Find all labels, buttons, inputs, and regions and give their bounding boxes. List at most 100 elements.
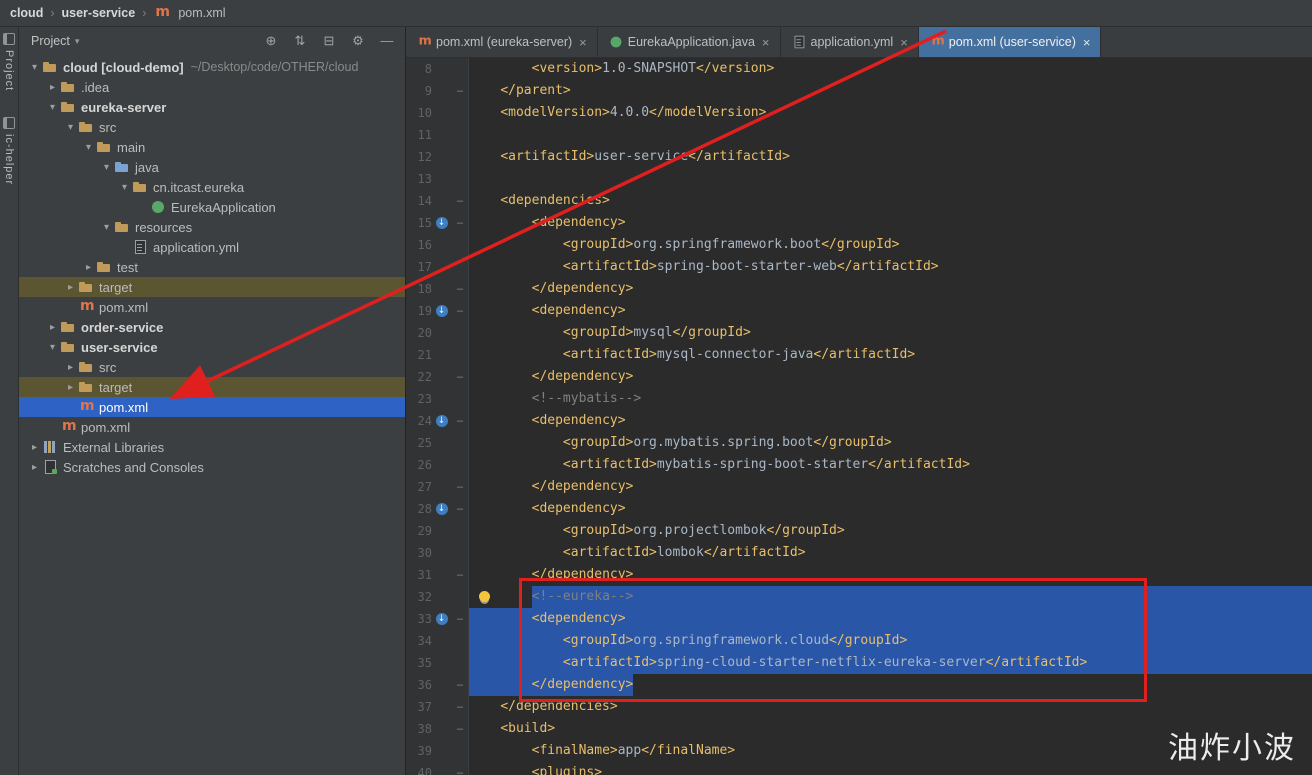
tree-item-pom-xml[interactable]: pom.xml <box>19 417 405 437</box>
breadcrumb-project[interactable]: cloud <box>10 6 43 20</box>
close-tab-icon[interactable]: × <box>900 36 908 49</box>
code-text[interactable]: <artifactId> user-service </artifactId> <box>469 146 1312 168</box>
line-number[interactable]: 17 <box>406 256 432 278</box>
line-number[interactable]: 28 <box>406 498 432 520</box>
editor-tab-eurekaapplication-java[interactable]: EurekaApplication.java × <box>598 27 781 57</box>
fold-marker-icon[interactable]: − <box>451 212 469 234</box>
code-text[interactable]: </dependency> <box>469 366 1312 388</box>
tree-item-cloud-cloud-demo[interactable]: ▾ cloud [cloud-demo] ~/Desktop/code/OTHER/… <box>19 57 405 77</box>
line-number[interactable]: 22 <box>406 366 432 388</box>
tree-item-resources[interactable]: ▾ resources <box>19 217 405 237</box>
breadcrumb-module[interactable]: user-service <box>62 6 136 20</box>
fold-marker-icon[interactable]: − <box>451 278 469 300</box>
code-text[interactable]: <plugins> <box>469 762 1312 775</box>
fold-marker-icon[interactable]: − <box>451 498 469 520</box>
code-text[interactable]: <artifactId> lombok </artifactId> <box>469 542 1312 564</box>
line-number[interactable]: 32 <box>406 586 432 608</box>
tree-item-main[interactable]: ▾ main <box>19 137 405 157</box>
fold-marker-icon[interactable]: − <box>451 696 469 718</box>
fold-marker-icon[interactable]: − <box>451 674 469 696</box>
tree-item-external-libraries[interactable]: ▸ External Libraries <box>19 437 405 457</box>
code-text[interactable]: <!--eureka--> <box>469 586 1312 608</box>
code-text[interactable] <box>469 124 1312 146</box>
chevron-right-icon[interactable]: ▸ <box>45 322 60 333</box>
code-text[interactable]: <artifactId> mybatis-spring-boot-starter <… <box>469 454 1312 476</box>
fold-marker-icon[interactable]: − <box>451 608 469 630</box>
line-number[interactable]: 37 <box>406 696 432 718</box>
close-tab-icon[interactable]: × <box>1083 36 1091 49</box>
code-text[interactable]: <dependency> <box>469 608 1312 630</box>
tool-button-helper[interactable]: ic-helper <box>3 117 15 185</box>
chevron-right-icon[interactable]: ▸ <box>63 282 78 293</box>
code-text[interactable]: <artifactId> mysql-connector-java </artifa… <box>469 344 1312 366</box>
code-text[interactable]: <modelVersion> 4.0.0 </modelVersion> <box>469 102 1312 124</box>
locate-file-icon[interactable] <box>263 33 279 49</box>
tree-item-scratches-and-consoles[interactable]: ▸ Scratches and Consoles <box>19 457 405 477</box>
tree-item-target[interactable]: ▸ target <box>19 377 405 397</box>
chevron-right-icon[interactable]: ▸ <box>81 262 96 273</box>
line-number[interactable]: 33 <box>406 608 432 630</box>
fold-marker-icon[interactable]: − <box>451 476 469 498</box>
tree-item-user-service[interactable]: ▾ user-service <box>19 337 405 357</box>
code-text[interactable]: <groupId> org.springframework.cloud </grou… <box>469 630 1312 652</box>
code-text[interactable]: <groupId> org.projectlombok </groupId> <box>469 520 1312 542</box>
tree-item-eureka-server[interactable]: ▾ eureka-server <box>19 97 405 117</box>
line-number[interactable]: 31 <box>406 564 432 586</box>
editor-tab-application-yml[interactable]: application.yml × <box>781 27 919 57</box>
chevron-right-icon[interactable]: ▸ <box>45 82 60 93</box>
line-number[interactable]: 36 <box>406 674 432 696</box>
tree-item-cn-itcast-eureka[interactable]: ▾ cn.itcast.eureka <box>19 177 405 197</box>
tree-item-eurekaapplication[interactable]: EurekaApplication <box>19 197 405 217</box>
maven-dependency-icon[interactable]: ↓ <box>435 415 448 427</box>
code-text[interactable] <box>469 168 1312 190</box>
line-number[interactable]: 39 <box>406 740 432 762</box>
code-text[interactable]: </dependency> <box>469 674 1312 696</box>
maven-dependency-icon[interactable]: ↓ <box>435 305 448 317</box>
hide-panel-icon[interactable] <box>379 33 395 49</box>
code-text[interactable]: <artifactId> spring-cloud-starter-netflix… <box>469 652 1312 674</box>
settings-gear-icon[interactable] <box>350 33 366 49</box>
line-number[interactable]: 20 <box>406 322 432 344</box>
line-number[interactable]: 14 <box>406 190 432 212</box>
chevron-right-icon[interactable]: ▸ <box>63 382 78 393</box>
maven-dependency-icon[interactable]: ↓ <box>435 503 448 515</box>
chevron-down-icon[interactable]: ▾ <box>99 222 114 233</box>
chevron-down-icon[interactable]: ▾ <box>81 142 96 153</box>
code-text[interactable]: <dependency> <box>469 300 1312 322</box>
code-text[interactable]: <artifactId> spring-boot-starter-web </art… <box>469 256 1312 278</box>
code-text[interactable]: <version> 1.0-SNAPSHOT </version> <box>469 58 1312 80</box>
line-number[interactable]: 9 <box>406 80 432 102</box>
line-number[interactable]: 25 <box>406 432 432 454</box>
code-text[interactable]: </parent> <box>469 80 1312 102</box>
code-text[interactable]: <groupId> mysql </groupId> <box>469 322 1312 344</box>
code-text[interactable]: <dependency> <box>469 410 1312 432</box>
chevron-down-icon[interactable]: ▾ <box>117 182 132 193</box>
chevron-down-icon[interactable]: ▾ <box>27 62 42 73</box>
tree-item-pom-xml[interactable]: pom.xml <box>19 297 405 317</box>
code-text[interactable]: <!--mybatis--> <box>469 388 1312 410</box>
line-number[interactable]: 26 <box>406 454 432 476</box>
tree-item-order-service[interactable]: ▸ order-service <box>19 317 405 337</box>
line-number[interactable]: 12 <box>406 146 432 168</box>
code-text[interactable]: <groupId> org.mybatis.spring.boot </groupI… <box>469 432 1312 454</box>
chevron-down-icon[interactable]: ▾ <box>63 122 78 133</box>
line-number[interactable]: 21 <box>406 344 432 366</box>
tree-item-application-yml[interactable]: application.yml <box>19 237 405 257</box>
fold-marker-icon[interactable]: − <box>451 762 469 775</box>
code-text[interactable]: <dependency> <box>469 212 1312 234</box>
line-number[interactable]: 27 <box>406 476 432 498</box>
chevron-down-icon[interactable]: ▾ <box>45 342 60 353</box>
tree-item-java[interactable]: ▾ java <box>19 157 405 177</box>
project-panel-title[interactable]: Project <box>31 34 70 48</box>
line-number[interactable]: 16 <box>406 234 432 256</box>
line-number[interactable]: 40 <box>406 762 432 775</box>
chevron-right-icon[interactable]: ▸ <box>27 462 42 473</box>
expand-collapse-icon[interactable] <box>292 33 308 49</box>
line-number[interactable]: 35 <box>406 652 432 674</box>
tree-item-src[interactable]: ▸ src <box>19 357 405 377</box>
line-number[interactable]: 38 <box>406 718 432 740</box>
line-number[interactable]: 8 <box>406 58 432 80</box>
code-text[interactable]: <dependencies> <box>469 190 1312 212</box>
fold-marker-icon[interactable]: − <box>451 410 469 432</box>
code-editor[interactable]: 8 <version> 1.0-SNAPSHOT </version> 9 − </pa… <box>406 58 1312 775</box>
